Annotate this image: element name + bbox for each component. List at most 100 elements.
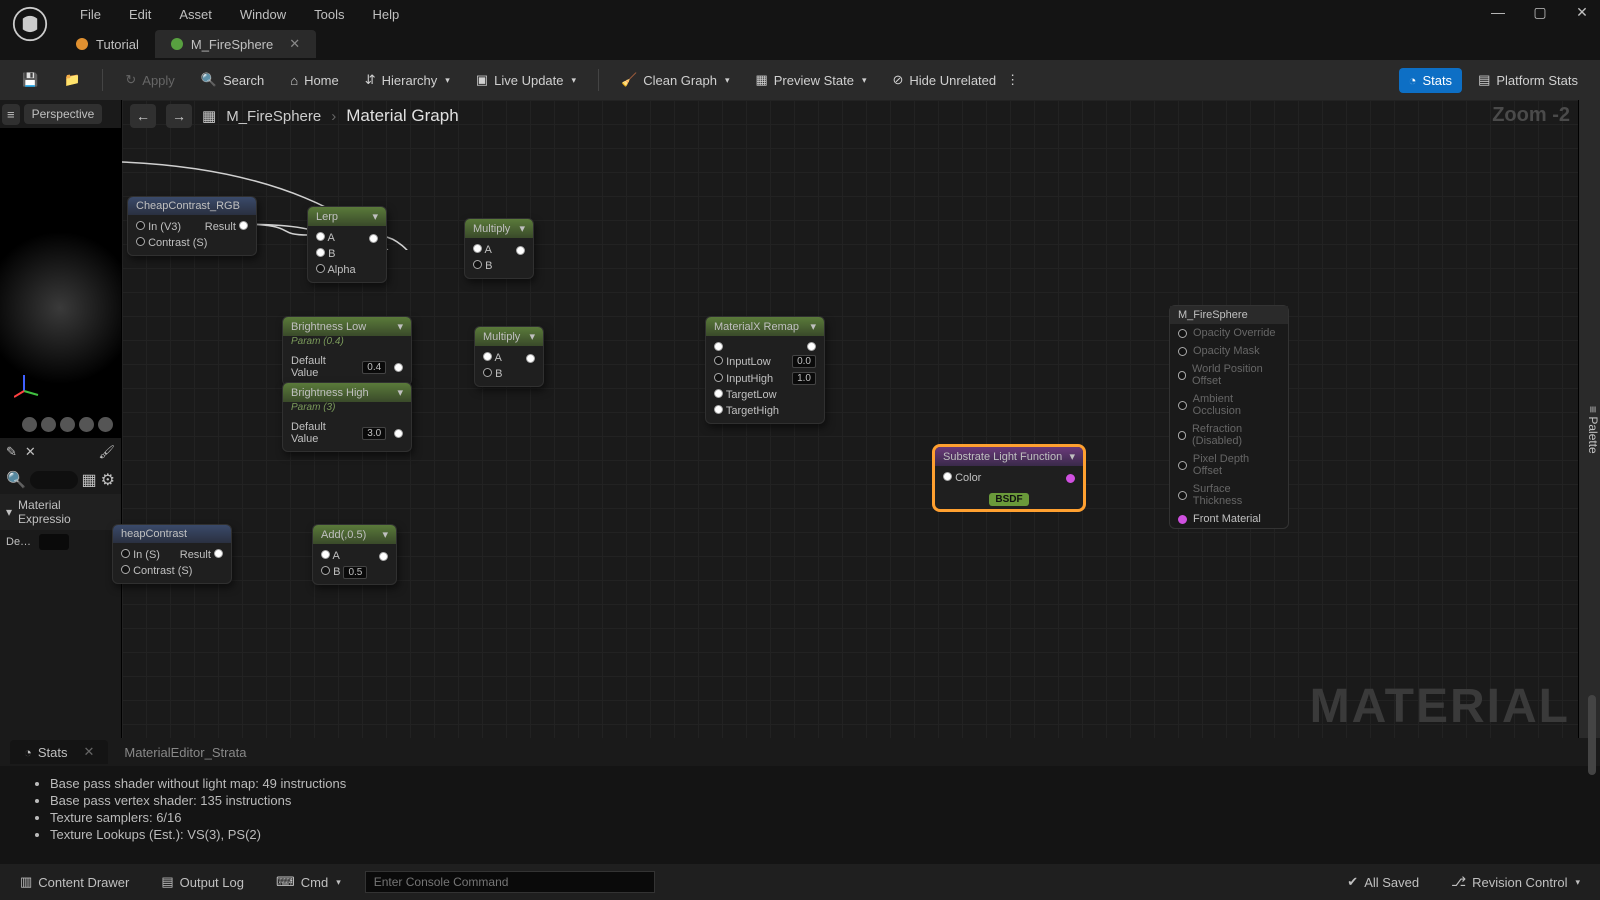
tab-stats[interactable]: ◔Stats✕ (10, 740, 108, 764)
menu-asset[interactable]: Asset (165, 3, 226, 26)
settings-icon[interactable]: ⚙ (101, 470, 115, 490)
edit-icon[interactable]: ✎ (6, 444, 17, 460)
menu-file[interactable]: File (66, 3, 115, 26)
save-button[interactable]: 💾 (12, 67, 48, 93)
custom-shape-button[interactable] (98, 417, 113, 432)
tab-firesphere[interactable]: M_FireSphere ✕ (155, 30, 316, 58)
stats-button[interactable]: ◔Stats (1399, 68, 1462, 93)
value-input[interactable]: 0.4 (362, 361, 386, 374)
close-button[interactable]: ✕ (1570, 4, 1594, 21)
details-search-input[interactable] (30, 471, 78, 489)
stats-line: Base pass shader without light map: 49 i… (50, 776, 1570, 791)
value-input[interactable]: 3.0 (362, 427, 386, 440)
chevron-down-icon[interactable]: ▾ (1069, 450, 1075, 463)
crumb-graph[interactable]: Material Graph (346, 106, 458, 126)
node-substrate-light-function[interactable]: Substrate Light Function▾ Color BSDF (934, 446, 1084, 510)
cmd-dropdown[interactable]: ⌨Cmd▾ (268, 870, 349, 894)
chevron-down-icon[interactable]: ▾ (397, 320, 403, 333)
node-brightness-high[interactable]: Brightness High▾ Param (3) Default Value… (282, 382, 412, 452)
tab-close-icon[interactable]: ✕ (83, 744, 94, 760)
stats-line: Texture Lookups (Est.): VS(3), PS(2) (50, 827, 1570, 842)
cylinder-shape-button[interactable] (22, 417, 37, 432)
chevron-down-icon[interactable]: ▾ (397, 386, 403, 399)
workspace: ≡ Perspective ✎ ✕ 🖌 🔍 ▦ ⚙ (0, 100, 1600, 740)
console-command-input[interactable] (365, 871, 655, 893)
search-button[interactable]: 🔍Search (191, 67, 274, 93)
node-cheapcontrast-rgb[interactable]: CheapContrast_RGB In (V3)Result Contrast… (127, 196, 257, 256)
stats-icon: ◔ (24, 745, 32, 760)
property-value[interactable] (39, 534, 69, 550)
home-icon: ⌂ (290, 73, 298, 88)
material-graph[interactable]: ← → ▦ M_FireSphere › Material Graph Zoom… (122, 100, 1600, 740)
node-title: M_FireSphere (1170, 306, 1288, 324)
revision-control-button[interactable]: ⎇Revision Control▾ (1443, 870, 1588, 894)
content-drawer-button[interactable]: ▥Content Drawer (12, 870, 137, 894)
node-title: Brightness High (291, 387, 369, 399)
sphere-shape-button[interactable] (41, 417, 56, 432)
separator (102, 69, 103, 91)
maximize-button[interactable]: ▢ (1528, 4, 1552, 21)
output-log-button[interactable]: ▤Output Log (153, 870, 252, 894)
menu-help[interactable]: Help (358, 3, 413, 26)
browse-icon: 📁 (64, 72, 80, 88)
nav-forward-button[interactable]: → (166, 104, 192, 128)
viewport-menu-button[interactable]: ≡ (2, 104, 20, 125)
tab-material-editor-strata[interactable]: MaterialEditor_Strata (110, 741, 260, 764)
nav-back-button[interactable]: ← (130, 104, 156, 128)
node-material-output[interactable]: M_FireSphere Opacity Override Opacity Ma… (1169, 305, 1289, 529)
scrollbar-thumb[interactable] (1588, 695, 1596, 775)
preview-state-button[interactable]: ▦Preview State▾ (745, 67, 876, 93)
chevron-down-icon[interactable]: ▾ (382, 528, 388, 541)
value-input[interactable]: 0.0 (792, 355, 816, 368)
hierarchy-button[interactable]: ⇵Hierarchy▾ (355, 67, 460, 93)
node-lerp[interactable]: Lerp▾ A B Alpha (307, 206, 387, 283)
menu-tools[interactable]: Tools (300, 3, 358, 26)
brush-icon[interactable]: 🖌 (98, 444, 115, 460)
minimize-button[interactable]: — (1486, 4, 1510, 21)
crumb-material[interactable]: M_FireSphere (226, 108, 321, 125)
value-input[interactable]: 1.0 (792, 372, 816, 385)
browse-button[interactable]: 📁 (54, 67, 90, 93)
menu-window[interactable]: Window (226, 3, 300, 26)
bottom-panel: ◔Stats✕ MaterialEditor_Strata Base pass … (0, 738, 1600, 864)
menu-bar: File Edit Asset Window Tools Help (0, 0, 1600, 28)
cube-shape-button[interactable] (79, 417, 94, 432)
value-input[interactable]: 0.5 (343, 566, 367, 579)
apply-button[interactable]: ↻Apply (115, 67, 184, 93)
chevron-down-icon[interactable]: ▾ (810, 320, 816, 333)
node-brightness-low[interactable]: Brightness Low▾ Param (0.4) Default Valu… (282, 316, 412, 386)
palette-tab[interactable]: ≡ Palette (1578, 100, 1600, 740)
platform-stats-button[interactable]: ▤Platform Stats (1468, 67, 1588, 93)
node-multiply-1[interactable]: Multiply▾ A B (464, 218, 534, 279)
hide-icon: ⊘ (893, 72, 904, 88)
menu-edit[interactable]: Edit (115, 3, 165, 26)
preview-viewport[interactable] (0, 128, 121, 438)
node-materialx-remap[interactable]: MaterialX Remap▾ InputLow0.0 InputHigh1.… (705, 316, 825, 424)
tab-close-icon[interactable]: ✕ (289, 36, 300, 52)
chevron-down-icon[interactable]: ▾ (529, 330, 535, 343)
plane-shape-button[interactable] (60, 417, 75, 432)
live-update-button[interactable]: ▣Live Update▾ (466, 67, 586, 93)
tab-tutorial[interactable]: Tutorial (60, 30, 155, 58)
chevron-down-icon: ▾ (862, 75, 867, 86)
kebab-icon[interactable]: ⋮ (1006, 72, 1019, 88)
details-section-header[interactable]: ▾Material Expressio (0, 494, 121, 530)
chevron-down-icon[interactable]: ▾ (372, 210, 378, 223)
view-mode-perspective[interactable]: Perspective (24, 104, 103, 124)
node-title: MaterialX Remap (714, 321, 799, 333)
grid-view-icon[interactable]: ▦ (82, 470, 97, 490)
save-icon: 💾 (22, 72, 38, 88)
home-button[interactable]: ⌂Home (280, 68, 349, 93)
clear-icon[interactable]: ✕ (25, 444, 36, 460)
all-saved-indicator[interactable]: ✔All Saved (1339, 870, 1427, 894)
node-cheapcontrast[interactable]: heapContrast In (S)Result Contrast (S) (112, 524, 232, 584)
node-multiply-2[interactable]: Multiply▾ A B (474, 326, 544, 387)
node-subtitle: Param (3) (283, 402, 411, 415)
check-icon: ✔ (1347, 874, 1358, 890)
editor-toolbar: 💾 📁 ↻Apply 🔍Search ⌂Home ⇵Hierarchy▾ ▣Li… (0, 60, 1600, 100)
clean-graph-button[interactable]: 🧹Clean Graph▾ (611, 67, 739, 93)
stats-line: Base pass vertex shader: 135 instruction… (50, 793, 1570, 808)
node-add[interactable]: Add(,0.5)▾ A B 0.5 (312, 524, 397, 585)
hide-unrelated-button[interactable]: ⊘Hide Unrelated⋮ (883, 67, 1030, 93)
chevron-down-icon[interactable]: ▾ (519, 222, 525, 235)
